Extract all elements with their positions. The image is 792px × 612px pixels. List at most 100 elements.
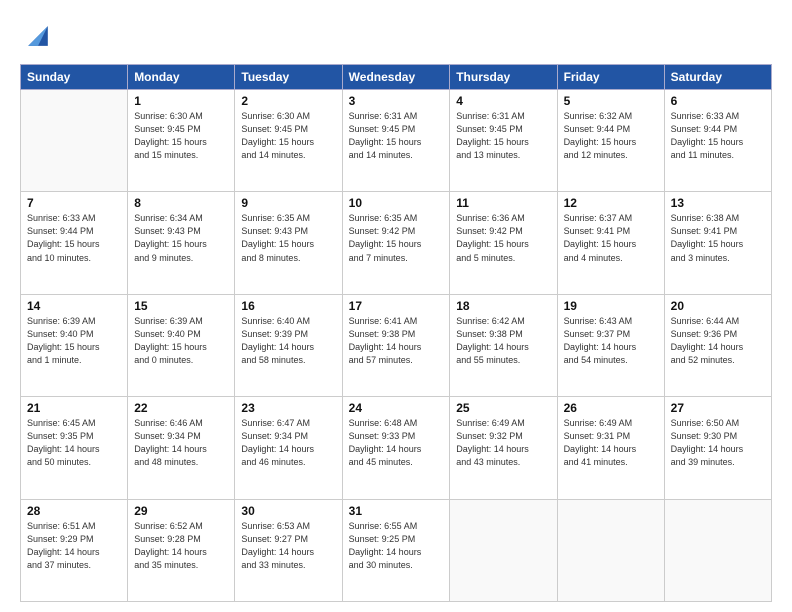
day-info: Sunrise: 6:30 AM Sunset: 9:45 PM Dayligh… <box>241 110 335 162</box>
calendar-header: SundayMondayTuesdayWednesdayThursdayFrid… <box>21 65 772 90</box>
day-info: Sunrise: 6:44 AM Sunset: 9:36 PM Dayligh… <box>671 315 765 367</box>
day-number: 5 <box>564 94 658 108</box>
day-cell: 19 Sunrise: 6:43 AM Sunset: 9:37 PM Dayli… <box>557 294 664 396</box>
day-cell: 14 Sunrise: 6:39 AM Sunset: 9:40 PM Dayli… <box>21 294 128 396</box>
day-cell: 7 Sunrise: 6:33 AM Sunset: 9:44 PM Daylig… <box>21 192 128 294</box>
day-info: Sunrise: 6:49 AM Sunset: 9:32 PM Dayligh… <box>456 417 550 469</box>
day-number: 31 <box>349 504 444 518</box>
day-info: Sunrise: 6:49 AM Sunset: 9:31 PM Dayligh… <box>564 417 658 469</box>
day-cell: 23 Sunrise: 6:47 AM Sunset: 9:34 PM Dayli… <box>235 397 342 499</box>
week-row-2: 14 Sunrise: 6:39 AM Sunset: 9:40 PM Dayli… <box>21 294 772 396</box>
day-cell: 25 Sunrise: 6:49 AM Sunset: 9:32 PM Dayli… <box>450 397 557 499</box>
day-number: 25 <box>456 401 550 415</box>
day-info: Sunrise: 6:43 AM Sunset: 9:37 PM Dayligh… <box>564 315 658 367</box>
day-number: 23 <box>241 401 335 415</box>
day-cell: 21 Sunrise: 6:45 AM Sunset: 9:35 PM Dayli… <box>21 397 128 499</box>
header <box>20 18 772 54</box>
day-number: 13 <box>671 196 765 210</box>
day-cell <box>557 499 664 601</box>
day-info: Sunrise: 6:35 AM Sunset: 9:42 PM Dayligh… <box>349 212 444 264</box>
day-cell <box>450 499 557 601</box>
day-cell: 16 Sunrise: 6:40 AM Sunset: 9:39 PM Dayli… <box>235 294 342 396</box>
day-number: 4 <box>456 94 550 108</box>
day-number: 3 <box>349 94 444 108</box>
calendar-table: SundayMondayTuesdayWednesdayThursdayFrid… <box>20 64 772 602</box>
day-cell: 30 Sunrise: 6:53 AM Sunset: 9:27 PM Dayli… <box>235 499 342 601</box>
day-number: 12 <box>564 196 658 210</box>
day-cell: 1Sunrise: 6:30 AM Sunset: 9:45 PM Daylig… <box>128 90 235 192</box>
day-info: Sunrise: 6:38 AM Sunset: 9:41 PM Dayligh… <box>671 212 765 264</box>
day-cell: 26 Sunrise: 6:49 AM Sunset: 9:31 PM Dayli… <box>557 397 664 499</box>
day-number: 30 <box>241 504 335 518</box>
day-info: Sunrise: 6:32 AM Sunset: 9:44 PM Dayligh… <box>564 110 658 162</box>
day-number: 19 <box>564 299 658 313</box>
day-info: Sunrise: 6:33 AM Sunset: 9:44 PM Dayligh… <box>27 212 121 264</box>
day-cell: 17Sunrise: 6:41 AM Sunset: 9:38 PM Dayli… <box>342 294 450 396</box>
day-info: Sunrise: 6:45 AM Sunset: 9:35 PM Dayligh… <box>27 417 121 469</box>
day-cell: 4 Sunrise: 6:31 AM Sunset: 9:45 PM Daylig… <box>450 90 557 192</box>
day-info: Sunrise: 6:48 AM Sunset: 9:33 PM Dayligh… <box>349 417 444 469</box>
day-number: 10 <box>349 196 444 210</box>
day-info: Sunrise: 6:34 AM Sunset: 9:43 PM Dayligh… <box>134 212 228 264</box>
week-row-0: 1Sunrise: 6:30 AM Sunset: 9:45 PM Daylig… <box>21 90 772 192</box>
week-row-1: 7 Sunrise: 6:33 AM Sunset: 9:44 PM Daylig… <box>21 192 772 294</box>
day-info: Sunrise: 6:31 AM Sunset: 9:45 PM Dayligh… <box>456 110 550 162</box>
day-info: Sunrise: 6:33 AM Sunset: 9:44 PM Dayligh… <box>671 110 765 162</box>
day-cell: 22Sunrise: 6:46 AM Sunset: 9:34 PM Dayli… <box>128 397 235 499</box>
page: SundayMondayTuesdayWednesdayThursdayFrid… <box>0 0 792 612</box>
day-number: 16 <box>241 299 335 313</box>
day-info: Sunrise: 6:37 AM Sunset: 9:41 PM Dayligh… <box>564 212 658 264</box>
week-row-3: 21 Sunrise: 6:45 AM Sunset: 9:35 PM Dayli… <box>21 397 772 499</box>
day-cell: 6 Sunrise: 6:33 AM Sunset: 9:44 PM Daylig… <box>664 90 771 192</box>
day-number: 14 <box>27 299 121 313</box>
day-info: Sunrise: 6:31 AM Sunset: 9:45 PM Dayligh… <box>349 110 444 162</box>
week-row-4: 28 Sunrise: 6:51 AM Sunset: 9:29 PM Dayli… <box>21 499 772 601</box>
day-number: 29 <box>134 504 228 518</box>
day-cell: 18 Sunrise: 6:42 AM Sunset: 9:38 PM Dayli… <box>450 294 557 396</box>
logo <box>20 18 62 54</box>
day-cell <box>664 499 771 601</box>
day-number: 11 <box>456 196 550 210</box>
day-cell: 3 Sunrise: 6:31 AM Sunset: 9:45 PM Daylig… <box>342 90 450 192</box>
calendar-body: 1Sunrise: 6:30 AM Sunset: 9:45 PM Daylig… <box>21 90 772 602</box>
day-number: 6 <box>671 94 765 108</box>
day-number: 8 <box>134 196 228 210</box>
day-number: 24 <box>349 401 444 415</box>
day-info: Sunrise: 6:40 AM Sunset: 9:39 PM Dayligh… <box>241 315 335 367</box>
day-info: Sunrise: 6:30 AM Sunset: 9:45 PM Dayligh… <box>134 110 228 162</box>
day-info: Sunrise: 6:39 AM Sunset: 9:40 PM Dayligh… <box>27 315 121 367</box>
day-header-friday: Friday <box>557 65 664 90</box>
day-cell: 5 Sunrise: 6:32 AM Sunset: 9:44 PM Daylig… <box>557 90 664 192</box>
day-cell: 9 Sunrise: 6:35 AM Sunset: 9:43 PM Daylig… <box>235 192 342 294</box>
day-cell: 13 Sunrise: 6:38 AM Sunset: 9:41 PM Dayli… <box>664 192 771 294</box>
day-header-tuesday: Tuesday <box>235 65 342 90</box>
day-info: Sunrise: 6:52 AM Sunset: 9:28 PM Dayligh… <box>134 520 228 572</box>
day-info: Sunrise: 6:47 AM Sunset: 9:34 PM Dayligh… <box>241 417 335 469</box>
day-number: 18 <box>456 299 550 313</box>
day-number: 22 <box>134 401 228 415</box>
day-info: Sunrise: 6:50 AM Sunset: 9:30 PM Dayligh… <box>671 417 765 469</box>
day-header-thursday: Thursday <box>450 65 557 90</box>
day-cell: 28 Sunrise: 6:51 AM Sunset: 9:29 PM Dayli… <box>21 499 128 601</box>
day-info: Sunrise: 6:53 AM Sunset: 9:27 PM Dayligh… <box>241 520 335 572</box>
day-cell: 2 Sunrise: 6:30 AM Sunset: 9:45 PM Daylig… <box>235 90 342 192</box>
day-header-monday: Monday <box>128 65 235 90</box>
day-number: 28 <box>27 504 121 518</box>
logo-icon <box>20 18 56 54</box>
day-number: 26 <box>564 401 658 415</box>
day-info: Sunrise: 6:35 AM Sunset: 9:43 PM Dayligh… <box>241 212 335 264</box>
day-number: 7 <box>27 196 121 210</box>
day-number: 15 <box>134 299 228 313</box>
day-number: 21 <box>27 401 121 415</box>
day-cell: 10 Sunrise: 6:35 AM Sunset: 9:42 PM Dayli… <box>342 192 450 294</box>
day-cell: 15Sunrise: 6:39 AM Sunset: 9:40 PM Dayli… <box>128 294 235 396</box>
day-info: Sunrise: 6:55 AM Sunset: 9:25 PM Dayligh… <box>349 520 444 572</box>
day-info: Sunrise: 6:42 AM Sunset: 9:38 PM Dayligh… <box>456 315 550 367</box>
day-cell <box>21 90 128 192</box>
day-number: 17 <box>349 299 444 313</box>
day-number: 2 <box>241 94 335 108</box>
day-number: 9 <box>241 196 335 210</box>
day-cell: 8 Sunrise: 6:34 AM Sunset: 9:43 PM Daylig… <box>128 192 235 294</box>
day-info: Sunrise: 6:51 AM Sunset: 9:29 PM Dayligh… <box>27 520 121 572</box>
day-cell: 11Sunrise: 6:36 AM Sunset: 9:42 PM Dayli… <box>450 192 557 294</box>
